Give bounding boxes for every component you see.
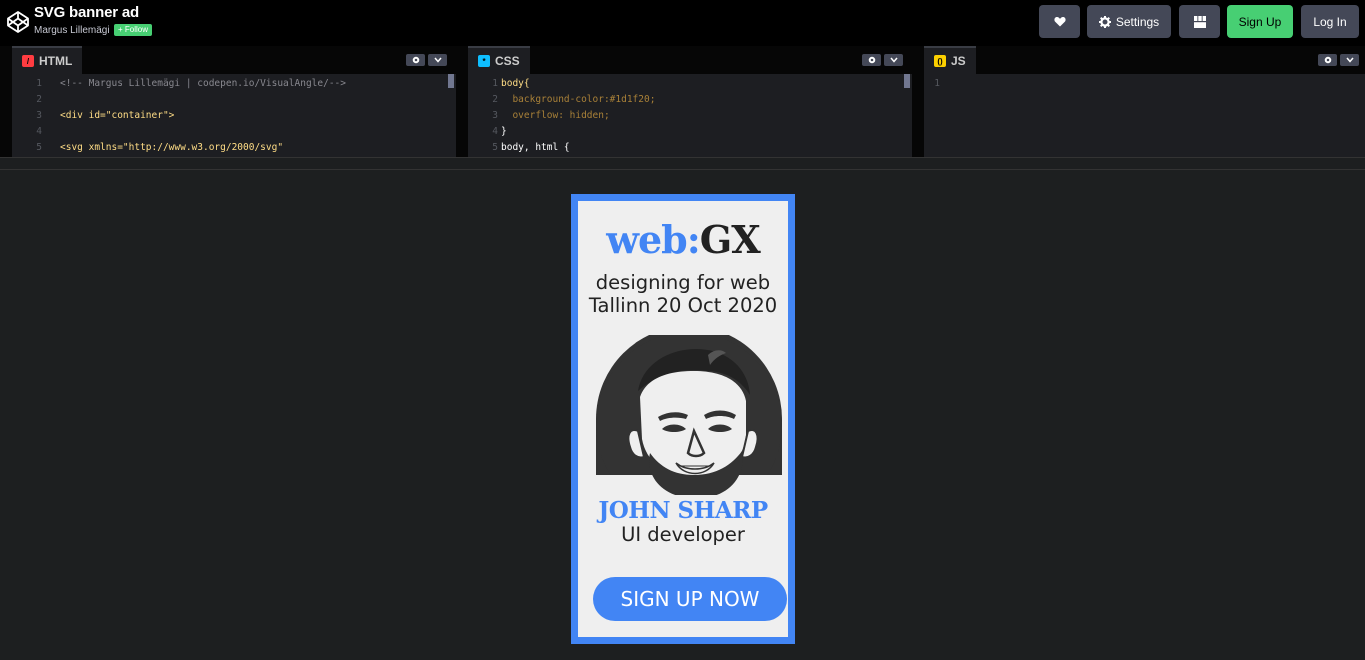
tab-js[interactable]: () JS [924,46,976,74]
editor-resize-handle[interactable] [912,46,924,157]
tab-css-label: CSS [495,54,520,68]
tagline-line-2: Tallinn 20 Oct 2020 [588,294,778,317]
tab-html[interactable]: / HTML [12,46,83,74]
html-icon: / [22,55,34,67]
js-icon: () [934,55,946,67]
heart-button[interactable] [1039,5,1080,38]
preview-resize-handle[interactable] [0,157,1365,170]
css-settings-button[interactable] [862,54,881,66]
brand-logo: web:GX [583,217,783,262]
follow-button[interactable]: + Follow [114,24,153,36]
tagline-line-1: designing for web [595,271,771,294]
layout-icon [1193,15,1206,28]
sign-up-button[interactable]: Sign Up [1227,5,1293,38]
brand-part-gx: GX [699,217,761,262]
event-tagline: designing for web Tallinn 20 Oct 2020 [578,271,788,317]
banner-card: web:GX designing for web Tallinn 20 Oct … [578,201,788,637]
html-code-area[interactable]: 1 <!-- Margus Lillemägi | codepen.io/Visu… [12,74,456,157]
author-name[interactable]: Margus Lillemägi [34,25,110,36]
heart-icon [1053,17,1066,27]
gear-icon [1324,56,1331,64]
speaker-portrait-icon [590,335,788,495]
html-settings-button[interactable] [406,54,425,66]
js-editor[interactable]: () JS 1 [924,46,1365,157]
css-editor[interactable]: * CSS 1 body{ 2 background-color:#1d1f20;… [468,46,912,157]
sign-up-now-button[interactable]: SIGN UP NOW [593,577,787,621]
chevron-down-icon [889,57,898,63]
brand-part-web: web: [606,217,700,262]
css-icon: * [478,55,490,67]
gear-icon [1098,15,1111,28]
js-editor-header: () JS [924,46,1365,74]
gear-icon [868,56,875,64]
css-editor-header: * CSS [468,46,912,74]
tab-js-label: JS [951,54,966,68]
html-collapse-button[interactable] [428,54,447,66]
editor-panels: / HTML 1 <!-- Margus Lillemägi | codepen.… [0,46,1365,157]
css-collapse-button[interactable] [884,54,903,66]
css-scrollbar[interactable] [904,74,910,88]
speaker-name: JOHN SHARP [598,497,768,524]
js-code-area[interactable]: 1 [924,74,1365,157]
html-editor[interactable]: / HTML 1 <!-- Margus Lillemägi | codepen.… [12,46,456,157]
css-code-area[interactable]: 1 body{ 2 background-color:#1d1f20; 3 ove… [468,74,912,157]
html-editor-header: / HTML [12,46,456,74]
editor-resize-handle[interactable] [456,46,468,157]
js-settings-button[interactable] [1318,54,1337,66]
chevron-down-icon [433,57,442,63]
tab-css[interactable]: * CSS [468,46,530,74]
result-preview: web:GX designing for web Tallinn 20 Oct … [0,170,1365,660]
editor-resize-handle[interactable] [0,46,12,157]
change-view-button[interactable] [1179,5,1220,38]
settings-label: Settings [1115,14,1160,29]
banner-ad[interactable]: web:GX designing for web Tallinn 20 Oct … [571,194,795,644]
log-in-button[interactable]: Log In [1301,5,1359,38]
top-bar: SVG banner ad Margus Lillemägi + Follow … [0,0,1365,46]
js-collapse-button[interactable] [1340,54,1359,66]
gear-icon [412,56,419,64]
codepen-logo-icon[interactable] [6,10,30,34]
chevron-down-icon [1345,57,1354,63]
tab-html-label: HTML [39,54,73,68]
html-scrollbar[interactable] [448,74,454,88]
pen-title: SVG banner ad [34,4,139,21]
settings-button[interactable]: Settings [1087,5,1171,38]
speaker-role: UI developer [621,523,745,546]
